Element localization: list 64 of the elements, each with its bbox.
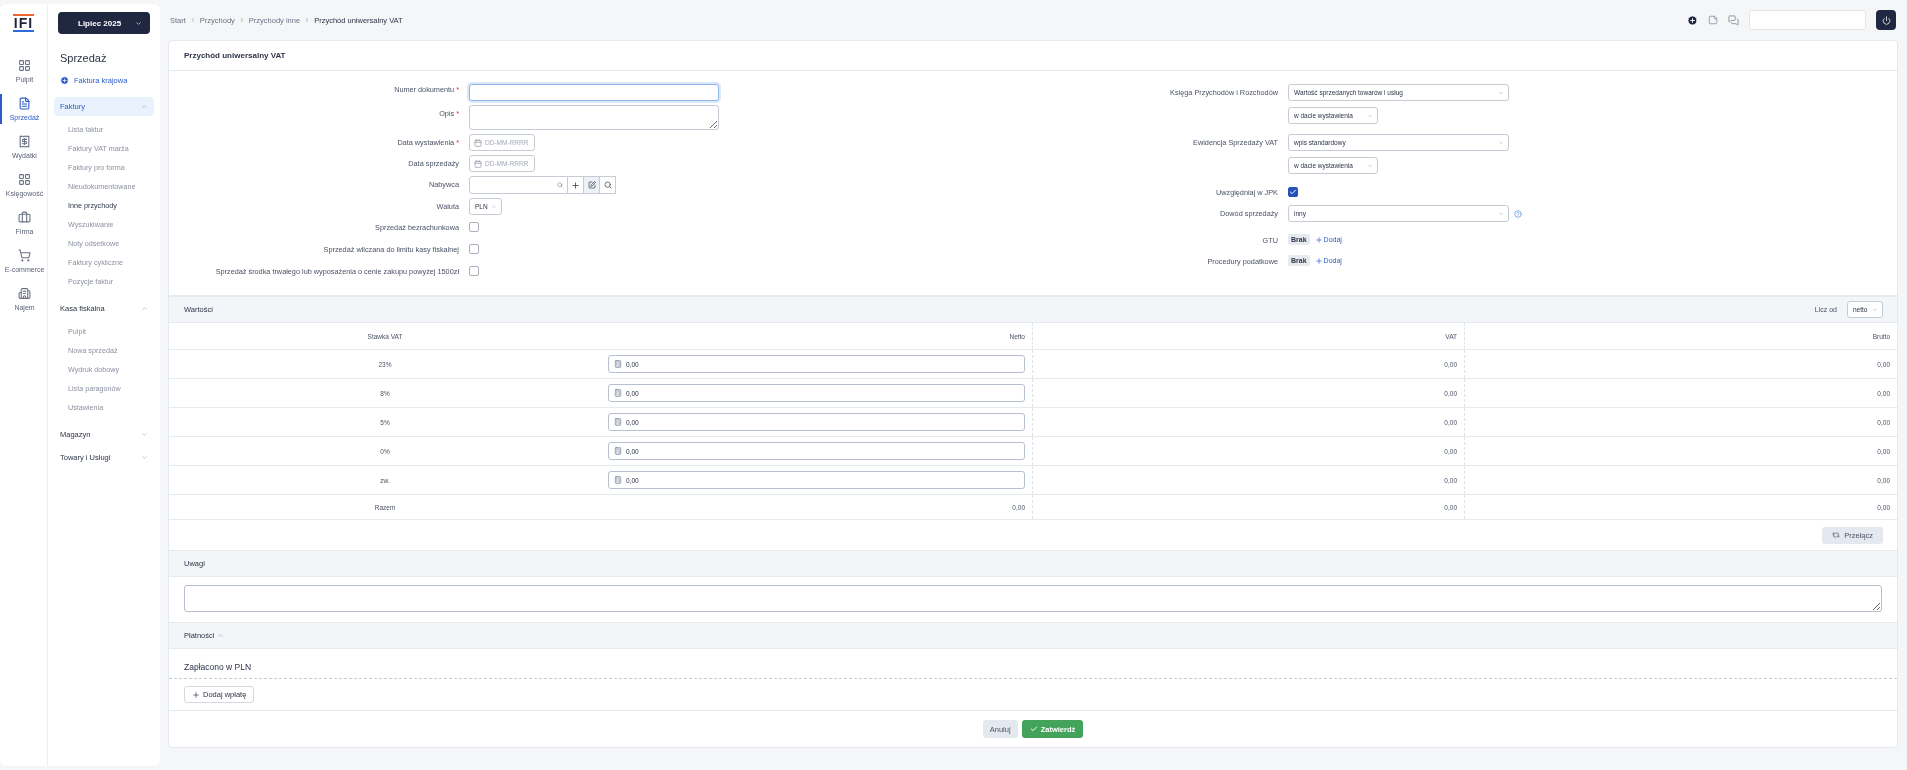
chat-icon[interactable]: [1728, 14, 1739, 26]
chevron-down-icon: [1498, 139, 1504, 146]
description-textarea[interactable]: [469, 105, 719, 130]
search-icon: [557, 182, 563, 188]
chevron-down-icon: [141, 454, 148, 461]
chevron-right-icon: [304, 17, 311, 23]
edit-buyer-button[interactable]: [584, 176, 600, 194]
chevron-down-icon: [1367, 112, 1373, 119]
check-icon: [1289, 188, 1297, 196]
document-icon: [18, 97, 31, 110]
chevron-right-icon: [189, 17, 196, 23]
checkbox[interactable]: [469, 244, 479, 254]
receipt-icon: [18, 135, 31, 148]
briefcase-icon: [18, 211, 31, 224]
calendar-icon: [474, 138, 482, 147]
checkbox[interactable]: [1288, 187, 1298, 197]
chevron-down-icon: [491, 203, 497, 210]
search-field[interactable]: [1749, 10, 1866, 30]
building-icon: [18, 287, 31, 300]
calendar-icon: [474, 159, 482, 168]
chevron-down-icon: [141, 431, 148, 438]
chevron-right-icon: [238, 17, 245, 23]
plus-icon: [1314, 256, 1323, 265]
chevron-up-icon: [141, 103, 148, 110]
plus-icon: [571, 180, 580, 190]
dots-grid-icon: [18, 59, 31, 72]
card-title: Przychód uniwersalny VAT: [169, 41, 1897, 71]
search-icon: [603, 181, 612, 189]
section-title: Sprzedaż: [59, 52, 108, 64]
check-icon: [1029, 725, 1038, 733]
chevron-down-icon: [135, 19, 142, 27]
calculator-icon: [614, 447, 622, 455]
calculator-icon: [614, 418, 622, 426]
chevron-down-icon: [1367, 162, 1373, 169]
plus-icon: [1314, 235, 1323, 244]
chevron-down-icon: [1498, 89, 1504, 96]
cart-icon: [18, 249, 31, 262]
power-button[interactable]: [1876, 10, 1896, 30]
buyer-field[interactable]: [469, 176, 568, 194]
edit-icon: [587, 181, 596, 189]
search-buyer-button[interactable]: [600, 176, 616, 194]
add-buyer-button[interactable]: [568, 176, 584, 194]
chevron-down-icon: [1872, 306, 1878, 313]
calculator-icon: [614, 476, 622, 484]
power-icon: [1881, 15, 1891, 25]
note-icon[interactable]: [1708, 15, 1718, 25]
notes-textarea[interactable]: [184, 585, 1882, 612]
checkbox[interactable]: [469, 266, 479, 276]
grid-icon: [18, 173, 31, 186]
logo: IFI: [12, 14, 35, 32]
chevron-up-icon: [217, 632, 225, 639]
plus-icon: [192, 690, 200, 699]
chevron-down-icon: [1498, 210, 1504, 217]
document-number-input[interactable]: [469, 84, 719, 101]
chevron-up-icon: [141, 305, 148, 312]
calculator-icon: [614, 389, 622, 397]
month-picker[interactable]: Lipiec 2025: [58, 12, 150, 34]
help-icon[interactable]: [1514, 209, 1522, 218]
checkbox[interactable]: [469, 222, 479, 232]
plus-circle-icon: [60, 76, 69, 85]
calculator-icon: [614, 360, 622, 368]
paid-label: Zapłacono w PLN: [184, 662, 252, 672]
plus-circle-icon[interactable]: [1687, 14, 1698, 26]
swap-icon: [1832, 531, 1841, 539]
